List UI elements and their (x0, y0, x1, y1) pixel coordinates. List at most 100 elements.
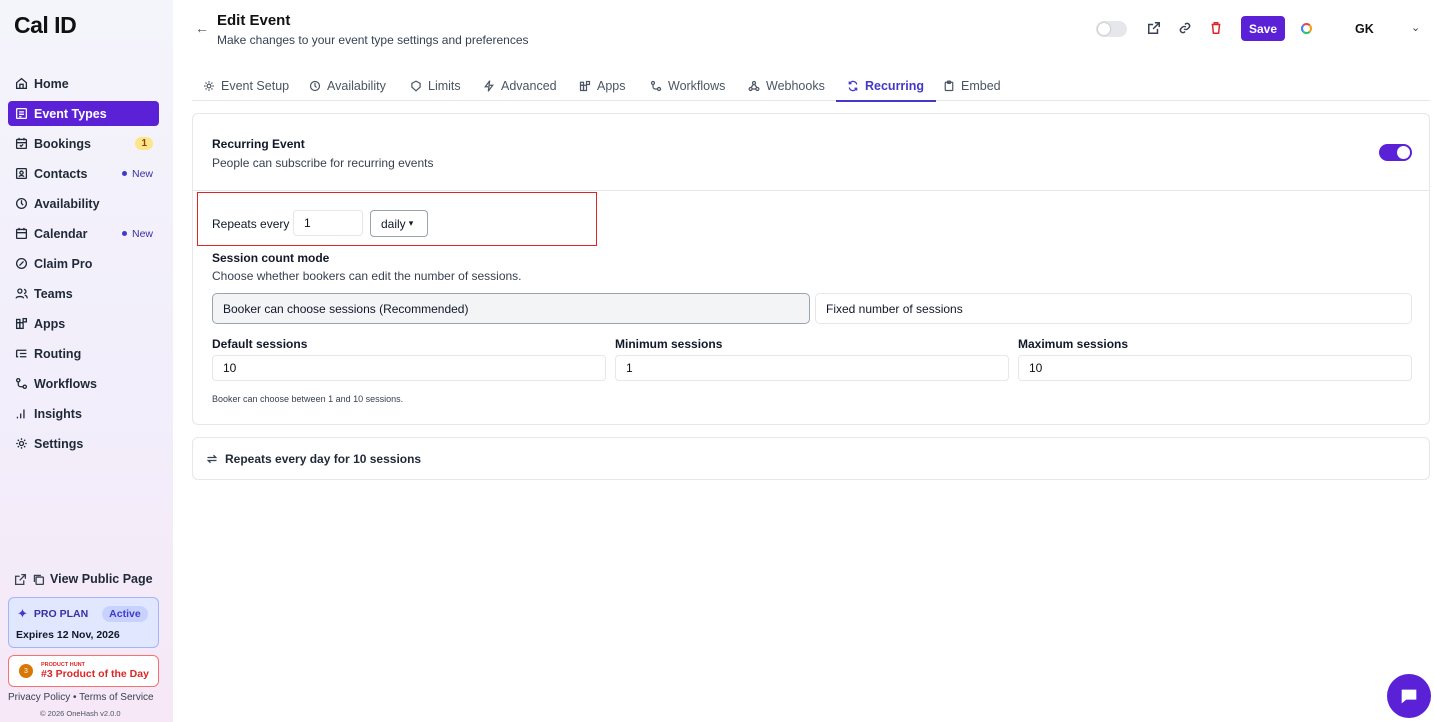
tab-label: Limits (428, 78, 461, 93)
product-hunt-badge[interactable]: 3 PRODUCT HUNT #3 Product of the Day (8, 655, 159, 687)
recurring-event-title: Recurring Event (212, 137, 305, 151)
plan-status-badge: Active (102, 606, 148, 622)
tab-availability[interactable]: Availability (309, 71, 386, 100)
gear-icon (204, 80, 214, 91)
trash-icon[interactable] (1208, 20, 1224, 36)
recurrence-summary: Repeats every day for 10 sessions (192, 437, 1430, 480)
sidebar-item-apps[interactable]: Apps (8, 311, 159, 336)
frequency-select[interactable]: daily ▾ (370, 210, 428, 237)
webhook-icon (748, 80, 760, 91)
claim-icon (14, 257, 28, 271)
tab-label: Apps (597, 78, 626, 93)
terms-link[interactable]: Terms of Service (79, 692, 153, 703)
sidebar-item-label: Calendar (34, 226, 88, 241)
sparkle-icon: ✦ (17, 606, 28, 621)
tab-webhooks[interactable]: Webhooks (748, 71, 825, 100)
sidebar-item-teams[interactable]: Teams (8, 281, 159, 306)
tab-embed[interactable]: Embed (943, 71, 1001, 100)
tab-event-setup[interactable]: Event Setup (203, 71, 289, 100)
repeat-icon (848, 80, 858, 91)
calendar-check-icon (14, 137, 28, 151)
color-ring-icon[interactable] (1301, 23, 1312, 34)
sidebar-item-insights[interactable]: Insights (8, 401, 159, 426)
shield-icon (411, 79, 421, 92)
booker-chooses-option[interactable]: Booker can choose sessions (Recommended) (212, 293, 810, 324)
workflows-icon (650, 80, 662, 91)
sidebar-item-contacts[interactable]: Contacts New (8, 161, 159, 186)
back-arrow-icon[interactable]: ← (195, 20, 209, 36)
frequency-value: daily (381, 216, 406, 231)
fixed-sessions-option[interactable]: Fixed number of sessions (815, 293, 1412, 324)
logo: Cal ID (14, 12, 77, 38)
plan-card[interactable]: ✦ PRO PLAN Active Expires 12 Nov, 2026 (8, 597, 159, 648)
sidebar-item-label: Workflows (34, 376, 97, 391)
chevron-down-icon: ▾ (408, 218, 414, 228)
chat-button[interactable] (1387, 674, 1431, 718)
link-icon[interactable] (1177, 20, 1193, 36)
recurring-event-description: People can subscribe for recurring event… (212, 156, 434, 170)
users-icon (14, 287, 28, 301)
home-icon (14, 77, 28, 91)
sidebar-item-settings[interactable]: Settings (8, 431, 159, 456)
summary-text: Repeats every day for 10 sessions (225, 451, 422, 466)
calendar-icon (14, 227, 28, 241)
sidebar-item-label: Contacts (34, 166, 88, 181)
sidebar-item-calendar[interactable]: Calendar New (8, 221, 159, 246)
repeat-arrows-icon (206, 454, 218, 463)
tab-apps[interactable]: Apps (579, 71, 626, 100)
avatar[interactable]: GK (1355, 22, 1374, 36)
sidebar-item-home[interactable]: Home (8, 71, 159, 96)
clock-icon (14, 197, 28, 211)
sidebar-item-claim-pro[interactable]: Claim Pro (8, 251, 159, 276)
sidebar-item-label: Bookings (34, 136, 91, 151)
sidebar-item-availability[interactable]: Availability (8, 191, 159, 216)
sidebar-item-label: Settings (34, 436, 84, 451)
external-link-icon[interactable] (1146, 20, 1162, 36)
save-button[interactable]: Save (1241, 16, 1285, 41)
sidebar-item-workflows[interactable]: Workflows (8, 371, 159, 396)
new-badge: New (121, 168, 153, 180)
sidebar-item-label: Routing (34, 346, 82, 361)
hidden-toggle[interactable] (1096, 21, 1127, 37)
page-subtitle: Make changes to your event type settings… (217, 33, 529, 47)
sidebar-nav: Home Event Types Bookings 1 Contacts New… (8, 71, 159, 461)
product-hunt-label: #3 Product of the Day (41, 668, 149, 680)
sidebar-item-label: Claim Pro (34, 256, 93, 271)
sidebar-item-routing[interactable]: Routing (8, 341, 159, 366)
tab-label: Availability (327, 78, 386, 93)
tab-advanced[interactable]: Advanced (483, 71, 557, 100)
plan-name: PRO PLAN (33, 608, 89, 620)
maximum-sessions-label: Maximum sessions (1018, 337, 1129, 351)
view-public-page-link[interactable]: View Public Page (14, 572, 153, 586)
apps-icon (579, 80, 591, 91)
minimum-sessions-input[interactable] (615, 355, 1009, 381)
tab-recurring[interactable]: Recurring (835, 71, 937, 102)
public-page-label: View Public Page (50, 572, 153, 586)
maximum-sessions-input[interactable] (1018, 355, 1412, 381)
repeat-interval-input[interactable] (293, 210, 363, 236)
clipboard-icon (944, 80, 954, 91)
session-mode-title: Session count mode (212, 251, 330, 265)
apps-icon (14, 317, 28, 331)
copyright: © 2026 OneHash v2.0.0 (40, 709, 121, 718)
external-link-icon (14, 573, 27, 585)
workflows-icon (14, 377, 28, 391)
sidebar-item-bookings[interactable]: Bookings 1 (8, 131, 159, 156)
medal-icon: 3 (19, 664, 33, 678)
recurring-event-toggle[interactable] (1379, 144, 1412, 161)
sidebar-item-label: Home (34, 76, 69, 91)
footer-links: Privacy Policy • Terms of Service (8, 692, 154, 703)
default-sessions-input[interactable] (212, 355, 606, 381)
contacts-icon (14, 167, 28, 181)
tab-workflows[interactable]: Workflows (650, 71, 725, 100)
privacy-policy-link[interactable]: Privacy Policy (8, 692, 70, 703)
tab-limits[interactable]: Limits (410, 71, 461, 100)
tab-label: Workflows (668, 78, 726, 93)
sidebar-item-label: Event Types (34, 106, 107, 121)
chevron-down-icon[interactable]: ⌄ (1411, 21, 1420, 34)
sidebar-item-event-types[interactable]: Event Types (8, 101, 159, 126)
tab-label: Recurring (865, 78, 925, 93)
tab-label: Advanced (501, 78, 557, 93)
copy-icon (33, 574, 45, 585)
footer-separator: • (73, 692, 77, 703)
